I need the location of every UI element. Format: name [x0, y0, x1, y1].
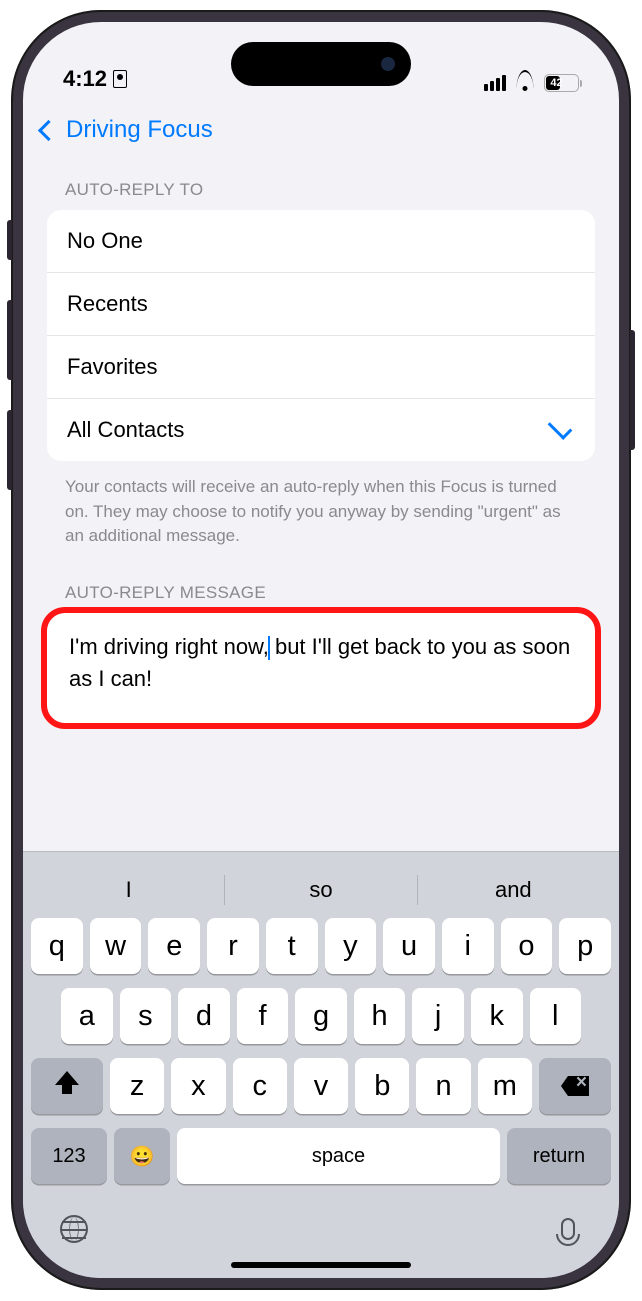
key-l[interactable]: l	[530, 988, 582, 1044]
shift-key[interactable]	[31, 1058, 103, 1114]
key-m[interactable]: m	[478, 1058, 532, 1114]
back-button[interactable]: Driving Focus	[66, 116, 213, 144]
key-e[interactable]: e	[148, 918, 200, 974]
suggestion-1[interactable]: I	[33, 877, 224, 903]
delete-key[interactable]	[539, 1058, 611, 1114]
keyboard: I so and q w e r t y u i o p a s d f g h…	[23, 851, 619, 1278]
key-u[interactable]: u	[383, 918, 435, 974]
section-header-autoreply-to: AUTO-REPLY TO	[65, 180, 595, 200]
key-g[interactable]: g	[295, 988, 347, 1044]
message-field-wrap: I'm driving right now, but I'll get back…	[47, 613, 595, 723]
key-q[interactable]: q	[31, 918, 83, 974]
signal-icon	[484, 75, 506, 91]
autoreply-to-group: No One Recents Favorites All Contacts	[47, 210, 595, 461]
key-y[interactable]: y	[325, 918, 377, 974]
wifi-icon	[514, 75, 536, 91]
numbers-key[interactable]: 123	[31, 1128, 107, 1184]
keyboard-bottom	[23, 1198, 619, 1256]
key-o[interactable]: o	[501, 918, 553, 974]
option-no-one[interactable]: No One	[47, 210, 595, 273]
suggestion-2[interactable]: so	[225, 877, 416, 903]
space-key[interactable]: space	[177, 1128, 500, 1184]
key-row-3: z x c v b n m	[23, 1058, 619, 1114]
option-favorites[interactable]: Favorites	[47, 336, 595, 399]
phone-frame: 4:12 42 Driving Focus AUTO-REPLY TO No O…	[11, 10, 631, 1290]
mic-icon	[561, 1218, 575, 1240]
dynamic-island	[231, 42, 411, 86]
key-d[interactable]: d	[178, 988, 230, 1044]
shift-icon	[57, 1076, 77, 1096]
suggestion-bar: I so and	[23, 862, 619, 918]
dictation-button[interactable]	[553, 1214, 583, 1244]
content-scroll[interactable]: AUTO-REPLY TO No One Recents Favorites A…	[23, 160, 619, 851]
nav-bar: Driving Focus	[23, 100, 619, 160]
key-a[interactable]: a	[61, 988, 113, 1044]
option-recents[interactable]: Recents	[47, 273, 595, 336]
key-i[interactable]: i	[442, 918, 494, 974]
key-t[interactable]: t	[266, 918, 318, 974]
battery-icon: 42	[544, 74, 579, 92]
return-key[interactable]: return	[507, 1128, 611, 1184]
key-z[interactable]: z	[110, 1058, 164, 1114]
back-chevron-icon[interactable]	[38, 119, 59, 140]
key-v[interactable]: v	[294, 1058, 348, 1114]
key-k[interactable]: k	[471, 988, 523, 1044]
key-r[interactable]: r	[207, 918, 259, 974]
key-h[interactable]: h	[354, 988, 406, 1044]
globe-icon	[60, 1215, 88, 1243]
key-row-4: 123 😀 space return	[23, 1128, 619, 1184]
key-row-1: q w e r t y u i o p	[23, 918, 619, 974]
key-n[interactable]: n	[416, 1058, 470, 1114]
status-time: 4:12	[63, 66, 127, 92]
key-s[interactable]: s	[120, 988, 172, 1044]
key-j[interactable]: j	[412, 988, 464, 1044]
section-header-message: AUTO-REPLY MESSAGE	[65, 583, 595, 603]
globe-button[interactable]	[59, 1214, 89, 1244]
key-c[interactable]: c	[233, 1058, 287, 1114]
suggestion-3[interactable]: and	[418, 877, 609, 903]
key-x[interactable]: x	[171, 1058, 225, 1114]
screen: 4:12 42 Driving Focus AUTO-REPLY TO No O…	[23, 22, 619, 1278]
checkmark-icon	[548, 415, 573, 440]
key-f[interactable]: f	[237, 988, 289, 1044]
autoreply-message-input[interactable]: I'm driving right now, but I'll get back…	[47, 613, 595, 723]
sim-icon	[113, 70, 127, 88]
home-indicator[interactable]	[231, 1262, 411, 1268]
key-p[interactable]: p	[559, 918, 611, 974]
option-all-contacts[interactable]: All Contacts	[47, 399, 595, 461]
key-w[interactable]: w	[90, 918, 142, 974]
section-footer: Your contacts will receive an auto-reply…	[65, 475, 577, 549]
key-row-2: a s d f g h j k l	[23, 988, 619, 1044]
delete-icon	[561, 1076, 589, 1096]
key-b[interactable]: b	[355, 1058, 409, 1114]
emoji-key[interactable]: 😀	[114, 1128, 170, 1184]
